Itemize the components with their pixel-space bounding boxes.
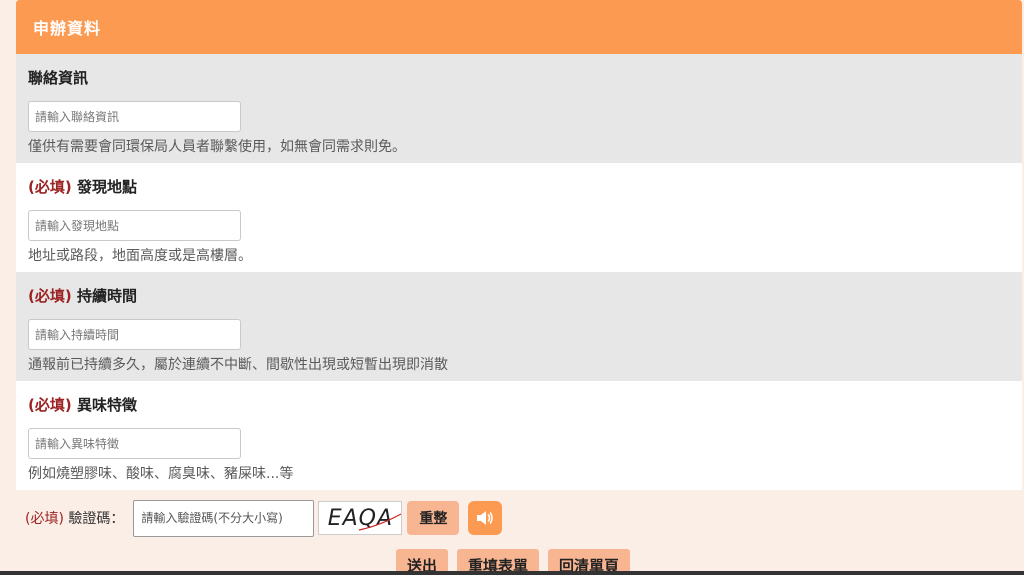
field-duration: (必填) 持續時間 通報前已持續多久，屬於連續不中斷、間歇性出現或短暫出現即消散: [16, 272, 1022, 381]
odor-hint: 例如燒塑膠味、酸味、腐臭味、豬屎味...等: [28, 466, 294, 482]
duration-hint: 通報前已持續多久，屬於連續不中斷、間歇性出現或短暫出現即消散: [28, 357, 448, 373]
field-location: (必填) 發現地點 地址或路段，地面高度或是高樓層。: [16, 163, 1022, 272]
captcha-audio-button[interactable]: [468, 501, 503, 535]
field-odor-feature: (必填) 異味特徵 例如燒塑膠味、酸味、腐臭味、豬屎味...等: [16, 381, 1022, 490]
location-input[interactable]: [28, 210, 241, 241]
field-contact-info: 聯絡資訊 僅供有需要會同環保局人員者聯繫使用，如無會同需求則免。: [16, 54, 1022, 163]
field-label: (必填) 持續時間: [28, 272, 1022, 319]
location-label: 發現地點: [76, 178, 137, 196]
duration-input[interactable]: [28, 319, 241, 350]
required-tag: (必填): [28, 287, 72, 305]
required-tag: (必填): [25, 511, 64, 527]
captcha-image: EAQA: [318, 501, 403, 535]
location-hint: 地址或路段，地面高度或是高樓層。: [28, 248, 252, 264]
speaker-icon: [477, 511, 494, 525]
required-tag: (必填): [28, 396, 72, 414]
panel-header: 申辦資料: [16, 0, 1022, 54]
application-panel: 申辦資料 聯絡資訊 僅供有需要會同環保局人員者聯繫使用，如無會同需求則免。 (必…: [16, 0, 1022, 490]
contact-info-input[interactable]: [28, 101, 241, 132]
captcha-row: (必填) 驗證碼： EAQA 重整: [25, 499, 503, 537]
field-label: (必填) 異味特徵: [28, 381, 1022, 428]
duration-label: 持續時間: [76, 287, 137, 305]
odor-feature-input[interactable]: [28, 428, 241, 459]
odor-label: 異味特徵: [76, 396, 137, 414]
contact-label: 聯絡資訊: [28, 69, 89, 87]
captcha-input[interactable]: [133, 499, 315, 537]
captcha-label-text: 驗證碼：: [68, 511, 125, 527]
captcha-noise-line: [359, 513, 402, 531]
required-tag: (必填): [28, 178, 72, 196]
panel-title: 申辦資料: [33, 19, 102, 38]
field-label: (必填) 發現地點: [28, 163, 1022, 210]
captcha-label: (必填) 驗證碼：: [25, 508, 124, 528]
contact-hint: 僅供有需要會同環保局人員者聯繫使用，如無會同需求則免。: [28, 139, 406, 155]
bottom-edge: [0, 571, 1024, 575]
captcha-refresh-button[interactable]: 重整: [407, 501, 460, 535]
field-label: 聯絡資訊: [28, 54, 1022, 101]
